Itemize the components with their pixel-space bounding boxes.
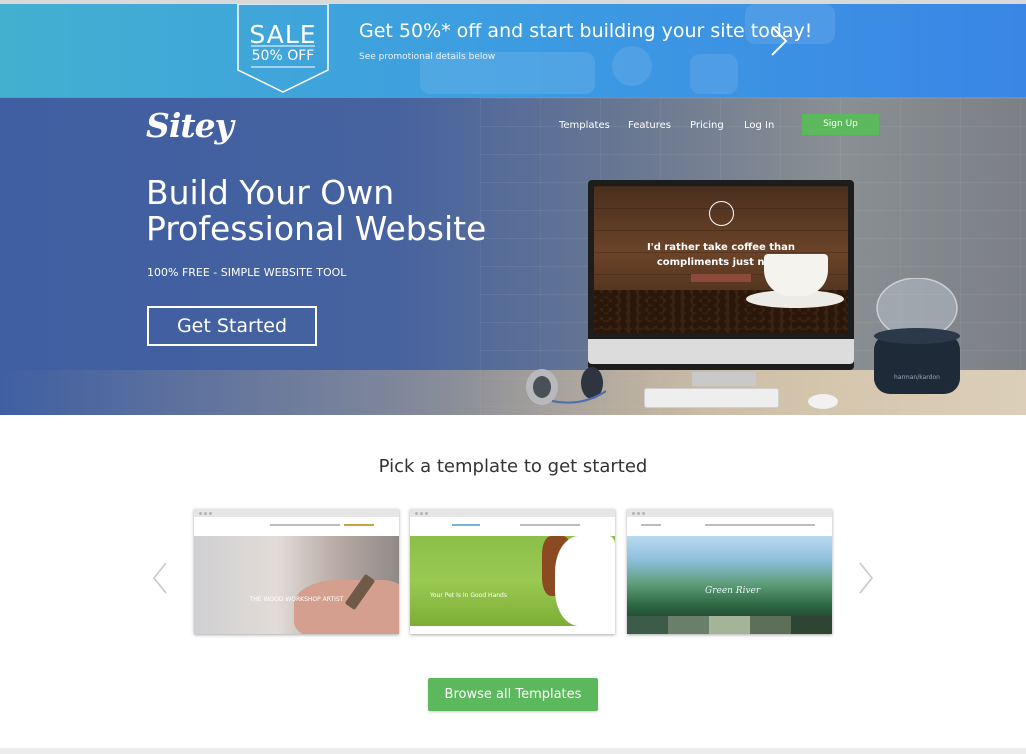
headphones-icon [526,367,606,405]
desk-decoration [690,54,738,94]
monitor-screen: I'd rather take coffee than compliments … [594,186,848,333]
browser-bar [194,509,399,517]
template-card-wood-workshop[interactable]: THE WOOD WORKSHOP ARTIST [194,509,399,634]
hand-image [294,580,399,634]
template-footer [410,626,615,634]
template-caption: Your Pet Is In Good Hands [430,592,507,599]
dog-image [555,536,615,626]
desk-decoration [612,46,652,86]
hero-title: Build Your Own Professional Website [146,175,486,247]
browser-bar [627,509,832,517]
promo-headline[interactable]: Get 50%* off and start building your sit… [359,20,812,42]
site-logo[interactable]: Sitey [146,106,234,145]
hero-title-line1: Build Your Own [146,173,395,212]
chevron-left-icon[interactable] [152,561,168,595]
speaker-brand: harman/kardon [894,374,940,381]
nav-features[interactable]: Features [628,120,671,131]
nav-login[interactable]: Log In [744,120,774,131]
template-caption: THE WOOD WORKSHOP ARTIST [249,596,344,603]
screen-button [691,274,751,282]
promo-details-link[interactable]: See promotional details below [359,52,495,62]
template-caption: Green River [705,586,761,596]
browse-templates-button[interactable]: Browse all Templates [428,678,598,711]
hero-section: Sitey Templates Features Pricing Log In … [0,97,1026,415]
nav-templates[interactable]: Templates [559,120,610,131]
screen-message-line1: I'd rather take coffee than [646,242,796,253]
monitor-stand [692,372,756,386]
mouse [808,394,838,409]
template-header [627,517,832,536]
chevron-right-icon[interactable] [858,561,874,595]
template-card-green-river[interactable]: Green River [627,509,832,634]
bottom-border [0,748,1026,754]
gallery-strip [627,616,832,634]
nav-pricing[interactable]: Pricing [690,120,724,131]
template-header [194,517,399,536]
template-thumbnail: Green River [627,536,832,616]
hero-subtitle: 100% FREE - SIMPLE WEBSITE TOOL [147,266,347,279]
chevron-right-icon[interactable] [766,24,792,58]
coffee-cup [764,254,828,296]
sale-tag: SALE 50% OFF [237,4,329,94]
sale-discount: 50% OFF [251,48,315,64]
promo-banner[interactable]: SALE 50% OFF Get 50%* off and start buil… [0,4,1026,97]
coffee-logo-icon [709,201,734,226]
template-thumbnail: THE WOOD WORKSHOP ARTIST [194,536,399,634]
template-card-pet-care[interactable]: Your Pet Is In Good Hands [410,509,615,634]
get-started-button[interactable]: Get Started [147,306,317,346]
monitor-chin [588,339,854,364]
templates-heading: Pick a template to get started [378,456,648,477]
sale-word: SALE [249,20,317,49]
template-header [410,517,615,536]
browser-bar [410,509,615,517]
signup-button[interactable]: Sign Up [802,114,879,135]
speaker: harman/kardon [866,277,968,396]
keyboard [644,388,779,408]
desktop-monitor: I'd rather take coffee than compliments … [588,180,854,370]
hero-title-line2: Professional Website [146,209,487,248]
